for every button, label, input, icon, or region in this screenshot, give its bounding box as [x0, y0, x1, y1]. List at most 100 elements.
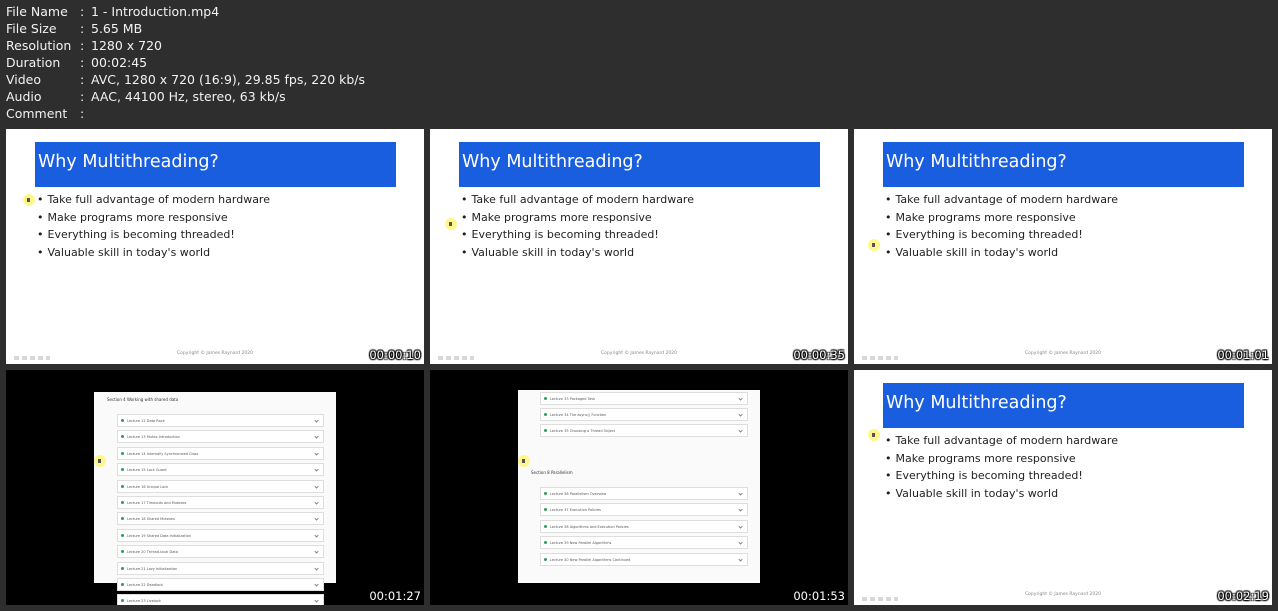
file-info-panel: File Name:1 - Introduction.mp4 File Size:…: [6, 3, 365, 122]
lecture-row: Lecture 34 The async() Function: [540, 408, 748, 421]
info-separator: :: [80, 72, 85, 87]
lecture-label: Lecture 33 Packaged Task: [550, 397, 596, 401]
lecture-label: Lecture 39 New Parallel Algorithms: [550, 541, 612, 546]
lecture-label: Lecture 37 Execution Policies: [550, 508, 601, 513]
mouse-cursor-icon: [518, 455, 530, 467]
lecture-row: Lecture 20 Thread-local Data: [117, 545, 324, 559]
slide-bullet: Make programs more responsive: [885, 452, 1118, 470]
slide-bullet: Valuable skill in today's world: [885, 246, 1118, 264]
info-row: File Size:5.65 MB: [6, 20, 365, 37]
thumbnail-timestamp: 00:02:19: [1217, 589, 1269, 603]
video-controls-dots: [14, 356, 50, 360]
lecture-label: Lecture 40 New Parallel Algorithms Conti…: [550, 557, 631, 562]
slide-copyright: Copyright © James Raynard 2020: [177, 351, 253, 356]
slide-title: Why Multithreading?: [38, 152, 219, 172]
lecture-row: Lecture 35 Choosing a Thread Object: [540, 424, 748, 437]
lecture-row: Lecture 23 Livelock: [117, 594, 324, 605]
slide-bullets: Take full advantage of modern hardwareMa…: [885, 434, 1118, 504]
info-value: 00:02:45: [91, 55, 148, 70]
thumbnail-4[interactable]: Section 4 Working with shared data Lectu…: [6, 370, 424, 605]
lecture-label: Lecture 36 Parallelism Overview: [550, 492, 607, 496]
thumbnail-2[interactable]: Why Multithreading? Take full advantage …: [430, 129, 848, 364]
info-row: Duration:00:02:45: [6, 54, 365, 71]
slide-copyright: Copyright © James Raynard 2020: [1025, 351, 1101, 356]
lecture-label: Lecture 20 Thread-local Data: [127, 550, 178, 555]
slide-bullet: Take full advantage of modern hardware: [885, 193, 1118, 211]
lecture-row: Lecture 22 Deadlock: [117, 578, 324, 591]
lecture-row: Lecture 13 Mutex Introduction: [117, 430, 324, 444]
info-key: Video: [6, 72, 42, 87]
video-controls-dots: [862, 356, 898, 360]
info-separator: :: [80, 38, 85, 53]
lecture-row: Lecture 39 New Parallel Algorithms: [540, 536, 748, 550]
lecture-row: Lecture 36 Parallelism Overview: [540, 487, 748, 500]
lecture-label: Lecture 12 Data Race: [127, 419, 165, 423]
mouse-cursor-icon: [445, 218, 457, 230]
thumbnail-timestamp: 00:01:27: [369, 589, 421, 603]
info-separator: :: [80, 4, 85, 19]
lecture-label: Lecture 34 The async() Function: [550, 413, 607, 417]
lecture-row: Lecture 16 Unique Lock: [117, 479, 324, 493]
slide-bullet: Take full advantage of modern hardware: [37, 193, 270, 211]
slide-title-bar: Why Multithreading?: [883, 383, 1244, 428]
slide-bullet: Make programs more responsive: [37, 211, 270, 229]
info-key: File Name: [6, 4, 68, 19]
slide-bullet: Everything is becoming threaded!: [885, 469, 1118, 487]
thumbnail-1[interactable]: Why Multithreading? Take full advantage …: [6, 129, 424, 364]
slide-bullet: Make programs more responsive: [885, 211, 1118, 229]
thumbnail-6[interactable]: Why Multithreading? Take full advantage …: [854, 370, 1272, 605]
slide-copyright: Copyright © James Raynard 2020: [601, 351, 677, 356]
thumbnail-5[interactable]: Section 8 Parallelism Lecture 33 Package…: [430, 370, 848, 605]
lecture-row: Lecture 33 Packaged Task: [540, 392, 748, 405]
info-value: 1 - Introduction.mp4: [91, 4, 220, 19]
info-row: File Name:1 - Introduction.mp4: [6, 3, 365, 20]
thumbnail-timestamp: 00:01:53: [793, 589, 845, 603]
lecture-label: Lecture 23 Livelock: [127, 599, 161, 604]
lecture-row: Lecture 15 Lock Guard: [117, 463, 324, 477]
info-key: Resolution: [6, 38, 72, 53]
slide-bullets: Take full advantage of modern hardwareMa…: [461, 193, 694, 263]
thumbnail-3[interactable]: Why Multithreading? Take full advantage …: [854, 129, 1272, 364]
lecture-row: Lecture 21 Lazy Initialization: [117, 561, 324, 575]
lecture-label: Lecture 21 Lazy Initialization: [127, 566, 178, 571]
info-row: Comment:: [6, 105, 365, 122]
lecture-label: Lecture 14 Internally Synchronized Class: [127, 451, 199, 456]
slide-bullet: Take full advantage of modern hardware: [461, 193, 694, 211]
slide-bullet: Valuable skill in today's world: [885, 487, 1118, 505]
info-key: Audio: [6, 89, 42, 104]
info-row: Audio: AAC, 44100 Hz, stereo, 63 kb/s: [6, 88, 365, 105]
section-header: Section 4 Working with shared data: [107, 397, 179, 402]
course-list-page: Section 4 Working with shared data Lectu…: [94, 392, 336, 605]
slide-title-bar: Why Multithreading?: [459, 142, 820, 187]
info-separator: :: [80, 89, 85, 104]
lecture-label: Lecture 13 Mutex Introduction: [127, 435, 180, 440]
slide-bullets: Take full advantage of modern hardwareMa…: [37, 193, 270, 263]
lecture-row: Lecture 40 New Parallel Algorithms Conti…: [540, 552, 748, 566]
course-list-page: Section 8 Parallelism Lecture 33 Package…: [518, 390, 760, 583]
slide-bullet: Everything is becoming threaded!: [885, 228, 1118, 246]
slide-bullet: Take full advantage of modern hardware: [885, 434, 1118, 452]
thumbnail-timestamp: 00:01:01: [1217, 348, 1269, 362]
slide-bullet: Make programs more responsive: [461, 211, 694, 229]
lecture-row: Lecture 17 Timeouts and Mutexes: [117, 496, 324, 509]
info-value: AVC, 1280 x 720 (16:9), 29.85 fps, 220 k…: [91, 72, 366, 87]
info-value: 5.65 MB: [91, 21, 143, 36]
lecture-row: Lecture 14 Internally Synchronized Class: [117, 446, 324, 460]
info-row: Resolution:1280 x 720: [6, 37, 365, 54]
thumbnail-timestamp: 00:00:35: [793, 348, 845, 362]
info-separator: :: [80, 106, 85, 121]
info-row: Video: AVC, 1280 x 720 (16:9), 29.85 fps,…: [6, 71, 365, 88]
info-key: Comment: [6, 106, 68, 121]
slide-title: Why Multithreading?: [886, 393, 1067, 413]
lecture-row: Lecture 37 Execution Policies: [540, 503, 748, 517]
info-separator: :: [80, 55, 85, 70]
section-header: Section 8 Parallelism: [531, 470, 573, 475]
slide-title: Why Multithreading?: [462, 152, 643, 172]
lecture-label: Lecture 18 Shared Mutexes: [127, 517, 175, 522]
lecture-row: Lecture 19 Shared Data Initialization: [117, 528, 324, 542]
slide-bullet: Valuable skill in today's world: [37, 246, 270, 264]
thumbnail-timestamp: 00:00:10: [369, 348, 421, 362]
slide-title-bar: Why Multithreading?: [35, 142, 396, 187]
video-controls-dots: [862, 597, 898, 601]
lecture-label: Lecture 35 Choosing a Thread Object: [550, 429, 616, 433]
